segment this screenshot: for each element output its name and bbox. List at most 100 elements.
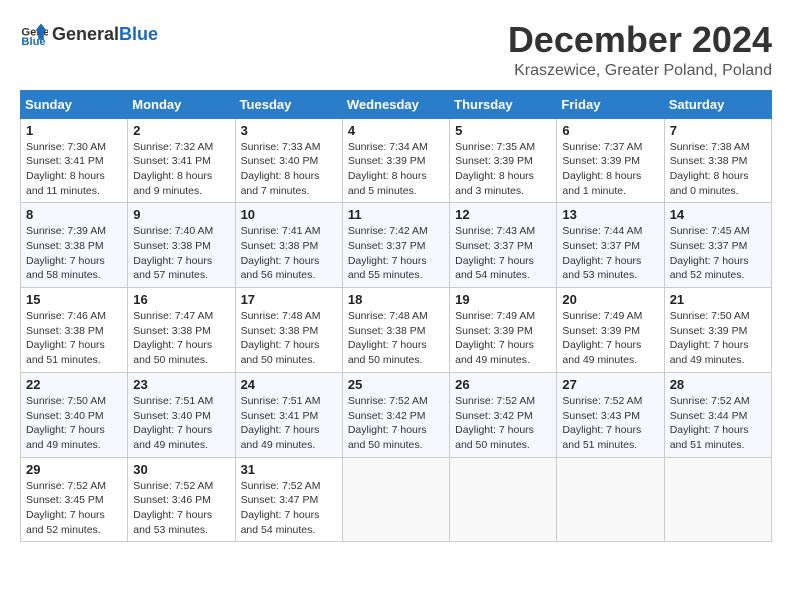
calendar-week-1: 1 Sunrise: 7:30 AM Sunset: 3:41 PM Dayli… (21, 118, 772, 203)
day-info: Sunrise: 7:32 AM Sunset: 3:41 PM Dayligh… (133, 140, 229, 199)
day-info: Sunrise: 7:44 AM Sunset: 3:37 PM Dayligh… (562, 224, 658, 283)
calendar-cell (342, 457, 449, 542)
location-subtitle: Kraszewice, Greater Poland, Poland (508, 62, 772, 80)
calendar-cell: 28 Sunrise: 7:52 AM Sunset: 3:44 PM Dayl… (664, 372, 771, 457)
title-section: December 2024 Kraszewice, Greater Poland… (508, 20, 772, 80)
day-number: 23 (133, 377, 229, 392)
calendar-cell: 11 Sunrise: 7:42 AM Sunset: 3:37 PM Dayl… (342, 203, 449, 288)
day-info: Sunrise: 7:34 AM Sunset: 3:39 PM Dayligh… (348, 140, 444, 199)
day-number: 17 (241, 292, 337, 307)
calendar-cell: 21 Sunrise: 7:50 AM Sunset: 3:39 PM Dayl… (664, 288, 771, 373)
day-number: 10 (241, 207, 337, 222)
calendar-cell: 18 Sunrise: 7:48 AM Sunset: 3:38 PM Dayl… (342, 288, 449, 373)
calendar-cell: 15 Sunrise: 7:46 AM Sunset: 3:38 PM Dayl… (21, 288, 128, 373)
calendar-cell: 8 Sunrise: 7:39 AM Sunset: 3:38 PM Dayli… (21, 203, 128, 288)
day-number: 11 (348, 207, 444, 222)
day-info: Sunrise: 7:52 AM Sunset: 3:42 PM Dayligh… (455, 394, 551, 453)
day-info: Sunrise: 7:37 AM Sunset: 3:39 PM Dayligh… (562, 140, 658, 199)
day-info: Sunrise: 7:47 AM Sunset: 3:38 PM Dayligh… (133, 309, 229, 368)
day-info: Sunrise: 7:42 AM Sunset: 3:37 PM Dayligh… (348, 224, 444, 283)
logo: General Blue GeneralBlue (20, 20, 158, 48)
calendar-cell: 22 Sunrise: 7:50 AM Sunset: 3:40 PM Dayl… (21, 372, 128, 457)
calendar-cell: 24 Sunrise: 7:51 AM Sunset: 3:41 PM Dayl… (235, 372, 342, 457)
logo-blue: Blue (119, 24, 158, 45)
calendar-week-3: 15 Sunrise: 7:46 AM Sunset: 3:38 PM Dayl… (21, 288, 772, 373)
day-number: 8 (26, 207, 122, 222)
day-info: Sunrise: 7:52 AM Sunset: 3:42 PM Dayligh… (348, 394, 444, 453)
calendar-week-5: 29 Sunrise: 7:52 AM Sunset: 3:45 PM Dayl… (21, 457, 772, 542)
day-number: 9 (133, 207, 229, 222)
day-number: 25 (348, 377, 444, 392)
day-number: 15 (26, 292, 122, 307)
day-info: Sunrise: 7:50 AM Sunset: 3:40 PM Dayligh… (26, 394, 122, 453)
calendar-cell: 14 Sunrise: 7:45 AM Sunset: 3:37 PM Dayl… (664, 203, 771, 288)
day-info: Sunrise: 7:51 AM Sunset: 3:40 PM Dayligh… (133, 394, 229, 453)
day-number: 7 (670, 123, 766, 138)
calendar-cell: 9 Sunrise: 7:40 AM Sunset: 3:38 PM Dayli… (128, 203, 235, 288)
calendar-cell (557, 457, 664, 542)
calendar-cell: 13 Sunrise: 7:44 AM Sunset: 3:37 PM Dayl… (557, 203, 664, 288)
calendar-cell: 1 Sunrise: 7:30 AM Sunset: 3:41 PM Dayli… (21, 118, 128, 203)
day-info: Sunrise: 7:40 AM Sunset: 3:38 PM Dayligh… (133, 224, 229, 283)
calendar-table: SundayMondayTuesdayWednesdayThursdayFrid… (20, 90, 772, 543)
day-info: Sunrise: 7:46 AM Sunset: 3:38 PM Dayligh… (26, 309, 122, 368)
day-number: 27 (562, 377, 658, 392)
calendar-cell: 23 Sunrise: 7:51 AM Sunset: 3:40 PM Dayl… (128, 372, 235, 457)
day-number: 21 (670, 292, 766, 307)
weekday-header-row: SundayMondayTuesdayWednesdayThursdayFrid… (21, 90, 772, 118)
calendar-cell: 19 Sunrise: 7:49 AM Sunset: 3:39 PM Dayl… (450, 288, 557, 373)
day-info: Sunrise: 7:39 AM Sunset: 3:38 PM Dayligh… (26, 224, 122, 283)
calendar-cell: 2 Sunrise: 7:32 AM Sunset: 3:41 PM Dayli… (128, 118, 235, 203)
day-info: Sunrise: 7:52 AM Sunset: 3:47 PM Dayligh… (241, 479, 337, 538)
day-number: 4 (348, 123, 444, 138)
calendar-cell: 3 Sunrise: 7:33 AM Sunset: 3:40 PM Dayli… (235, 118, 342, 203)
day-info: Sunrise: 7:45 AM Sunset: 3:37 PM Dayligh… (670, 224, 766, 283)
day-number: 5 (455, 123, 551, 138)
day-number: 1 (26, 123, 122, 138)
day-info: Sunrise: 7:52 AM Sunset: 3:45 PM Dayligh… (26, 479, 122, 538)
day-number: 2 (133, 123, 229, 138)
calendar-cell (664, 457, 771, 542)
weekday-header-wednesday: Wednesday (342, 90, 449, 118)
calendar-cell (450, 457, 557, 542)
weekday-header-monday: Monday (128, 90, 235, 118)
header: General Blue GeneralBlue December 2024 K… (20, 20, 772, 80)
calendar-cell: 16 Sunrise: 7:47 AM Sunset: 3:38 PM Dayl… (128, 288, 235, 373)
day-number: 6 (562, 123, 658, 138)
calendar-cell: 31 Sunrise: 7:52 AM Sunset: 3:47 PM Dayl… (235, 457, 342, 542)
logo-general: General (52, 24, 119, 45)
calendar-cell: 5 Sunrise: 7:35 AM Sunset: 3:39 PM Dayli… (450, 118, 557, 203)
day-number: 24 (241, 377, 337, 392)
calendar-cell: 20 Sunrise: 7:49 AM Sunset: 3:39 PM Dayl… (557, 288, 664, 373)
day-info: Sunrise: 7:52 AM Sunset: 3:44 PM Dayligh… (670, 394, 766, 453)
calendar-cell: 4 Sunrise: 7:34 AM Sunset: 3:39 PM Dayli… (342, 118, 449, 203)
weekday-header-sunday: Sunday (21, 90, 128, 118)
day-number: 29 (26, 462, 122, 477)
day-info: Sunrise: 7:33 AM Sunset: 3:40 PM Dayligh… (241, 140, 337, 199)
month-title: December 2024 (508, 20, 772, 60)
calendar-cell: 29 Sunrise: 7:52 AM Sunset: 3:45 PM Dayl… (21, 457, 128, 542)
day-info: Sunrise: 7:35 AM Sunset: 3:39 PM Dayligh… (455, 140, 551, 199)
day-number: 28 (670, 377, 766, 392)
day-number: 30 (133, 462, 229, 477)
day-number: 22 (26, 377, 122, 392)
day-info: Sunrise: 7:49 AM Sunset: 3:39 PM Dayligh… (562, 309, 658, 368)
day-number: 20 (562, 292, 658, 307)
day-info: Sunrise: 7:43 AM Sunset: 3:37 PM Dayligh… (455, 224, 551, 283)
weekday-header-thursday: Thursday (450, 90, 557, 118)
day-info: Sunrise: 7:38 AM Sunset: 3:38 PM Dayligh… (670, 140, 766, 199)
weekday-header-saturday: Saturday (664, 90, 771, 118)
weekday-header-friday: Friday (557, 90, 664, 118)
calendar-week-2: 8 Sunrise: 7:39 AM Sunset: 3:38 PM Dayli… (21, 203, 772, 288)
calendar-cell: 10 Sunrise: 7:41 AM Sunset: 3:38 PM Dayl… (235, 203, 342, 288)
calendar-cell: 12 Sunrise: 7:43 AM Sunset: 3:37 PM Dayl… (450, 203, 557, 288)
calendar-cell: 25 Sunrise: 7:52 AM Sunset: 3:42 PM Dayl… (342, 372, 449, 457)
calendar-cell: 17 Sunrise: 7:48 AM Sunset: 3:38 PM Dayl… (235, 288, 342, 373)
day-number: 18 (348, 292, 444, 307)
day-info: Sunrise: 7:52 AM Sunset: 3:46 PM Dayligh… (133, 479, 229, 538)
day-info: Sunrise: 7:51 AM Sunset: 3:41 PM Dayligh… (241, 394, 337, 453)
day-number: 13 (562, 207, 658, 222)
calendar-cell: 6 Sunrise: 7:37 AM Sunset: 3:39 PM Dayli… (557, 118, 664, 203)
day-info: Sunrise: 7:50 AM Sunset: 3:39 PM Dayligh… (670, 309, 766, 368)
day-number: 12 (455, 207, 551, 222)
